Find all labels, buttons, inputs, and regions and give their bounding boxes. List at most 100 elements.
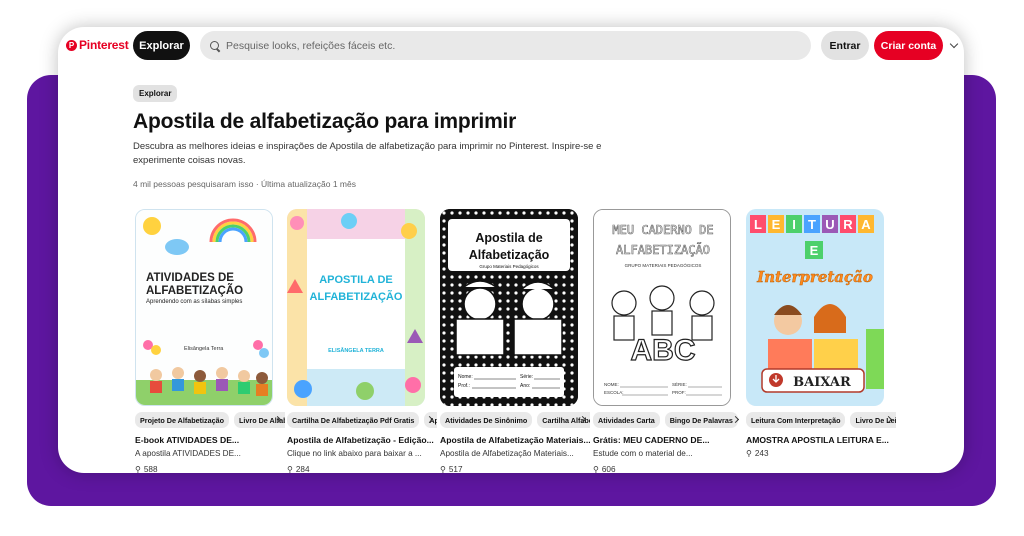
- thumb-line2: Alfabetização: [469, 248, 550, 262]
- pin-title[interactable]: AMOSTRA APOSTILA LEITURA E...: [746, 435, 896, 445]
- thumb-field-grade: SÉRIE:: [672, 381, 687, 387]
- thumb-line1: ATIVIDADES DE: [146, 272, 234, 284]
- cloud-icon: [165, 239, 189, 255]
- pin-subtitle: Clique no link abaixo para baixar a ...: [287, 449, 422, 458]
- pin-artwork-2: APOSTILA DE ALFABETIZAÇÃO ELISÂNGELA TER…: [287, 209, 425, 406]
- search-icon: [210, 40, 220, 51]
- pushpin-icon: ⚲: [593, 465, 599, 473]
- pin-tags: Projeto De Alfabetização Livro De Alfabe…: [135, 412, 285, 428]
- thumb-line2: E: [810, 243, 819, 258]
- pin-thumbnail[interactable]: Apostila de Alfabetização Grupo Materiai…: [440, 209, 578, 406]
- page-title: Apostila de alfabetização para imprimir: [133, 110, 517, 133]
- count-value: 606: [601, 465, 616, 473]
- pin-card[interactable]: L E I T U R A E Interpretação BAIXAR Lei…: [746, 209, 896, 458]
- pin-card[interactable]: APOSTILA DE ALFABETIZAÇÃO ELISÂNGELA TER…: [287, 209, 437, 473]
- pushpin-icon: ⚲: [746, 449, 752, 458]
- breadcrumb[interactable]: Explorar: [133, 85, 178, 102]
- pin-save-count: ⚲ 517: [440, 465, 463, 473]
- thumb-field-year: Ano:: [520, 383, 530, 389]
- count-value: 243: [754, 449, 769, 458]
- chevron-down-icon[interactable]: [949, 39, 959, 49]
- login-button[interactable]: Entrar: [821, 31, 869, 60]
- block-letter: R: [843, 217, 853, 232]
- pin-thumbnail[interactable]: APOSTILA DE ALFABETIZAÇÃO ELISÂNGELA TER…: [287, 209, 425, 406]
- tag-chip[interactable]: Atividades De Sinônimo: [440, 412, 533, 428]
- letter-blocks: L E I T U R A: [750, 215, 874, 233]
- signup-button[interactable]: Criar conta: [874, 31, 943, 60]
- pushpin-icon: ⚲: [287, 465, 293, 473]
- block-letter: L: [754, 217, 762, 232]
- thumb-field-name: Nome:: [458, 374, 473, 380]
- block-letter: A: [861, 217, 871, 232]
- tag-chip[interactable]: Cartilha De Alfabetização Pdf Gratis: [287, 412, 420, 428]
- page-meta: 4 mil pessoas pesquisaram isso · Última …: [133, 179, 356, 189]
- thumb-line3: Interpretação: [756, 268, 873, 286]
- tag-chip[interactable]: Projeto De Alfabetização: [135, 412, 230, 428]
- pin-tags: Atividades Carta Bingo De Palavras: [593, 412, 743, 428]
- pin-artwork-4: MEU CADERNO DE ALFABETIZAÇÃO GRUPO MATER…: [594, 210, 730, 405]
- pin-tags: Leitura Com Interpretação Livro De Leitu…: [746, 412, 896, 428]
- thumb-field-school: ESCOLA:: [604, 390, 624, 395]
- pin-title[interactable]: Grátis: MEU CADERNO DE...: [593, 435, 743, 445]
- pin-title[interactable]: Apostila de Alfabetização Materiais...: [440, 435, 590, 445]
- thumb-button: BAIXAR: [793, 375, 851, 390]
- count-value: 517: [448, 465, 463, 473]
- thumb-line3: Aprendendo com as sílabas simples: [146, 299, 242, 305]
- thumb-author: Elisângela Terra: [184, 346, 224, 352]
- pin-title[interactable]: E-book ATIVIDADES DE...: [135, 435, 285, 445]
- pushpin-icon: ⚲: [135, 465, 141, 473]
- thumb-field-teacher: PROF:: [672, 390, 686, 395]
- pin-title[interactable]: Apostila de Alfabetização - Edição...: [287, 435, 437, 445]
- pin-tags: Atividades De Sinônimo Cartilha Alfabeti…: [440, 412, 590, 428]
- pinterest-logo-icon: P: [66, 39, 77, 51]
- browser-window: P Pinterest Explorar Entrar Criar conta …: [58, 27, 964, 473]
- block-letter: U: [825, 217, 834, 232]
- thumb-line1: Apostila de: [475, 231, 542, 245]
- pin-card[interactable]: Apostila de Alfabetização Grupo Materiai…: [440, 209, 590, 473]
- pin-thumbnail[interactable]: L E I T U R A E Interpretação BAIXAR: [746, 209, 884, 406]
- thumb-field-name: NOME:: [604, 382, 619, 387]
- thumb-field-grade: Série:: [520, 374, 533, 380]
- pin-save-count: ⚲ 588: [135, 465, 158, 473]
- count-value: 284: [295, 465, 310, 473]
- pin-thumbnail[interactable]: MEU CADERNO DE ALFABETIZAÇÃO GRUPO MATER…: [593, 209, 731, 406]
- page-description: Descubra as melhores ideias e inspiraçõe…: [133, 141, 602, 166]
- tag-chip[interactable]: Leitura Com Interpretação: [746, 412, 846, 428]
- block-letter: I: [792, 217, 796, 232]
- thumb-author: ELISÂNGELA TERRA: [328, 347, 384, 354]
- pin-artwork-5: L E I T U R A E Interpretação BAIXAR: [746, 209, 884, 406]
- pin-save-count: ⚲ 606: [593, 465, 616, 473]
- pin-card[interactable]: ATIVIDADES DE ALFABETIZAÇÃO Aprendendo c…: [135, 209, 285, 473]
- count-value: 588: [143, 465, 158, 473]
- pin-subtitle: Estude com o material de...: [593, 449, 693, 458]
- thumb-letters: ABC: [631, 334, 696, 367]
- thumb-line2: ALFABETIZAÇÃO: [616, 242, 710, 257]
- thumb-line3: Grupo Materiais Pedagógicos: [479, 264, 539, 269]
- pin-card[interactable]: MEU CADERNO DE ALFABETIZAÇÃO GRUPO MATER…: [593, 209, 740, 473]
- sun-icon: [143, 217, 161, 235]
- thumb-line2: ALFABETIZAÇÃO: [146, 284, 243, 297]
- pin-artwork-1: ATIVIDADES DE ALFABETIZAÇÃO Aprendendo c…: [136, 210, 272, 405]
- top-header: P Pinterest Explorar Entrar Criar conta: [58, 27, 964, 65]
- pinterest-logo[interactable]: P Pinterest: [66, 38, 129, 52]
- pin-subtitle: Apostila de Alfabetização Materiais...: [440, 449, 574, 458]
- search-input[interactable]: [226, 39, 786, 52]
- search-bar[interactable]: [200, 31, 811, 60]
- thumb-line2: ALFABETIZAÇÃO: [310, 290, 403, 303]
- pin-save-count: ⚲ 284: [287, 465, 310, 473]
- pin-save-count: ⚲ 243: [746, 449, 769, 458]
- block-letter: E: [772, 217, 781, 232]
- pin-thumbnail[interactable]: ATIVIDADES DE ALFABETIZAÇÃO Aprendendo c…: [135, 209, 273, 406]
- pin-subtitle: A apostila ATIVIDADES DE...: [135, 449, 241, 458]
- block-letter: T: [808, 217, 816, 232]
- logo-label: Pinterest: [79, 38, 129, 52]
- explore-button[interactable]: Explorar: [133, 31, 190, 60]
- thumb-field-teacher: Prof.:: [458, 383, 470, 389]
- pin-tags: Cartilha De Alfabetização Pdf Gratis Apo…: [287, 412, 437, 428]
- thumb-line3: GRUPO MATERIAIS PEDAGÓGICOS: [625, 262, 702, 268]
- tag-chip[interactable]: Atividades Carta: [593, 412, 660, 428]
- thumb-line1: MEU CADERNO DE: [612, 223, 713, 237]
- tag-chip[interactable]: Bingo De Palavras: [664, 412, 738, 428]
- thumb-line1: APOSTILA DE: [319, 274, 393, 286]
- pushpin-icon: ⚲: [440, 465, 446, 473]
